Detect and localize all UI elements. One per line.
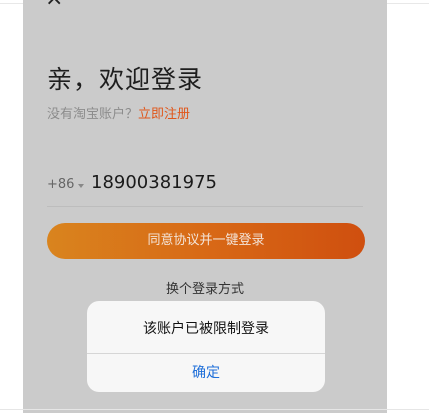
phone-field[interactable]: +86 18900381975: [47, 172, 363, 207]
one-click-login-button[interactable]: 同意协议并一键登录: [47, 223, 365, 259]
no-account-label: 没有淘宝账户？: [47, 107, 139, 122]
confirm-button[interactable]: 确定: [87, 354, 325, 392]
alt-login-link[interactable]: 换个登录方式: [23, 278, 387, 297]
register-link[interactable]: 立即注册: [138, 107, 190, 122]
alert-dialog: 该账户已被限制登录 确定: [87, 301, 325, 392]
phone-number-value[interactable]: 18900381975: [91, 172, 217, 193]
country-code-selector[interactable]: +86: [47, 177, 74, 192]
app-screen: × 亲，欢迎登录 没有淘宝账户？立即注册 +86 18900381975 同意协…: [23, 0, 387, 413]
page-title: 亲，欢迎登录: [47, 65, 204, 94]
chevron-down-icon[interactable]: [78, 184, 84, 188]
bottom-divider: [0, 409, 429, 410]
register-prompt: 没有淘宝账户？立即注册: [47, 103, 190, 122]
close-icon[interactable]: ×: [45, 0, 63, 10]
dialog-message: 该账户已被限制登录: [143, 321, 269, 337]
